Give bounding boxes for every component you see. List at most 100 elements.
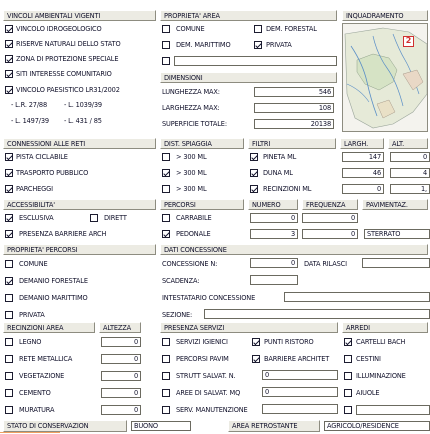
recinzioni-checkbox-0[interactable]: [5, 338, 13, 346]
filtri-recinzioni-largh-field[interactable]: 0: [342, 184, 384, 194]
recinzioni-checkbox-1[interactable]: [5, 355, 13, 363]
superficie-field[interactable]: 20138: [254, 119, 334, 129]
dist-spiaggia-checkbox-2[interactable]: [162, 185, 170, 193]
arredi-checkbox-1[interactable]: [344, 355, 352, 363]
arredi-checkbox-0[interactable]: [344, 338, 352, 346]
connessioni-label-0: PISTA CICLABILE: [16, 153, 68, 161]
aree-salvat-field[interactable]: 0: [262, 387, 338, 397]
data-rilascio-field[interactable]: [362, 258, 430, 268]
recinzioni-checkbox-3[interactable]: [5, 389, 13, 397]
serv-manutenzione-checkbox[interactable]: [162, 406, 170, 414]
recinzioni-field-2[interactable]: 0: [101, 371, 141, 381]
proprieta-privata-checkbox[interactable]: [254, 41, 262, 49]
prop-percorsi-checkbox-3[interactable]: [5, 311, 13, 319]
filtri-pineta-checkbox[interactable]: [250, 153, 258, 161]
vincoli-checkbox-1[interactable]: [5, 40, 13, 48]
stato-conservazione-label: STATO DI CONSERVAZION: [3, 420, 127, 432]
diretto-checkbox[interactable]: [90, 214, 98, 222]
recinzioni-field-4[interactable]: 0: [101, 405, 141, 415]
dist-spiaggia-checkbox-1[interactable]: [162, 169, 170, 177]
lunghezza-field[interactable]: 546: [254, 87, 334, 97]
recinzioni-header: RECINZIONI AREA: [3, 322, 95, 333]
map-marker[interactable]: 2: [403, 36, 414, 47]
filtri-pineta-alt-field[interactable]: 0: [390, 152, 430, 162]
dist-spiaggia-checkbox-0[interactable]: [162, 153, 170, 161]
serv-manutenzione-field[interactable]: [262, 404, 338, 414]
carrabile-checkbox[interactable]: [162, 214, 170, 222]
aree-salvat-checkbox[interactable]: [162, 389, 170, 397]
prop-percorsi-checkbox-2[interactable]: [5, 294, 13, 302]
filtri-duna-alt-field[interactable]: 4: [390, 168, 430, 178]
connessioni-checkbox-0[interactable]: [5, 153, 13, 161]
pavimentaz-field[interactable]: STERRATO: [364, 229, 430, 239]
recinzioni-checkbox-4[interactable]: [5, 406, 13, 414]
arredi-checkbox-2[interactable]: [344, 372, 352, 380]
intestatario-field[interactable]: [284, 292, 430, 302]
vincoli-checkbox-2[interactable]: [5, 55, 13, 63]
filtri-recinzioni-checkbox[interactable]: [250, 185, 258, 193]
vincoli-label-2: ZONA DI PROTEZIONE SPECIALE: [16, 55, 119, 63]
scadenza-field[interactable]: [250, 275, 298, 285]
barriere-architet-checkbox[interactable]: [252, 355, 260, 363]
recinzioni-field-1[interactable]: 0: [101, 354, 141, 364]
arredi-label-2: ILLUMINAZIONE: [356, 372, 406, 380]
arredi-checkbox-3[interactable]: [344, 389, 352, 397]
larghezza-field[interactable]: 108: [254, 103, 334, 113]
vincoli-checkbox-0[interactable]: [5, 25, 13, 33]
vincoli-label-3: SITI INTERESSE COMUNITARIO: [16, 70, 112, 78]
area-retrostante-field[interactable]: AGRICOLO/RESIDENCE: [324, 421, 430, 431]
superficie-label: SUPERFICIE TOTALE:: [162, 120, 227, 128]
intestatario-label: INTESTATARIO CONCESSIONE: [162, 294, 256, 302]
servizi-igienici-checkbox[interactable]: [162, 338, 170, 346]
connessioni-checkbox-2[interactable]: [5, 185, 13, 193]
esclusiva-checkbox[interactable]: [5, 214, 13, 222]
recinzioni-checkbox-2[interactable]: [5, 372, 13, 380]
pedonale-checkbox[interactable]: [162, 230, 170, 238]
prop-percorsi-checkbox-1[interactable]: [5, 277, 13, 285]
prop-percorsi-label-3: PRIVATA: [19, 311, 45, 319]
law-lr-27-88: - L.R. 27/88: [11, 101, 47, 109]
percorsi-pavim-checkbox[interactable]: [162, 355, 170, 363]
proprieta-dem-marittimo-checkbox[interactable]: [162, 41, 170, 49]
prop-percorsi-checkbox-0[interactable]: [5, 260, 13, 268]
vincoli-checkbox-3[interactable]: [5, 70, 13, 78]
proprieta-dem-forestal-checkbox[interactable]: [254, 25, 262, 33]
inquadramento-header: INQUADRAMENTO: [342, 10, 428, 21]
concessione-n-field[interactable]: 0: [250, 258, 298, 268]
percorsi-pavim-label: PERCORSI PAVIM: [176, 355, 229, 363]
prop-percorsi-label-0: COMUNE: [19, 260, 48, 268]
arredi-other-field[interactable]: [356, 405, 430, 415]
sezione-label: SEZIONE:: [162, 311, 193, 319]
law-l-1039-39: - L. 1039/39: [64, 101, 102, 109]
recinzioni-field-3[interactable]: 0: [101, 388, 141, 398]
pedonale-frequenza-field[interactable]: 0: [302, 229, 358, 239]
filtri-duna-largh-field[interactable]: 46: [342, 168, 384, 178]
barriere-arch-label: PRESENZA BARRIERE ARCH: [19, 230, 107, 238]
carrabile-frequenza-field[interactable]: 0: [302, 213, 358, 223]
punti-ristoro-checkbox[interactable]: [252, 338, 260, 346]
carrabile-numero-field[interactable]: 0: [250, 213, 298, 223]
vincoli-checkbox-4[interactable]: [5, 86, 13, 94]
inquadramento-map: 2: [342, 23, 428, 132]
arredi-checkbox-4[interactable]: [344, 406, 352, 414]
dist-spiaggia-label-1: > 300 ML: [176, 169, 207, 177]
filtri-recinzioni-alt-field[interactable]: 1,: [390, 184, 430, 194]
stato-conservazione-field[interactable]: BUONO: [131, 421, 191, 431]
sezione-field[interactable]: [204, 309, 430, 319]
concessione-n-label: CONCESSIONE N:: [162, 260, 218, 268]
filtri-pineta-label: PINETA ML: [263, 153, 297, 161]
proprieta-comune-checkbox[interactable]: [162, 25, 170, 33]
proprieta-other-field[interactable]: [174, 56, 337, 66]
barriere-architet-label: BARRIERE ARCHITET: [264, 355, 330, 363]
recinzioni-field-0[interactable]: 0: [101, 337, 141, 347]
pedonale-numero-field[interactable]: 3: [250, 229, 298, 239]
strutt-salvat-checkbox[interactable]: [162, 372, 170, 380]
connessioni-checkbox-1[interactable]: [5, 169, 13, 177]
servizi-header: PRESENZA SERVIZI: [160, 322, 338, 333]
filtri-duna-checkbox[interactable]: [250, 169, 258, 177]
strutt-salvat-field[interactable]: 0: [262, 370, 338, 380]
proprieta-other-checkbox[interactable]: [162, 57, 170, 65]
proprieta-comune-label: COMUNE: [176, 25, 205, 33]
barriere-arch-checkbox[interactable]: [5, 230, 13, 238]
filtri-pineta-largh-field[interactable]: 147: [342, 152, 384, 162]
